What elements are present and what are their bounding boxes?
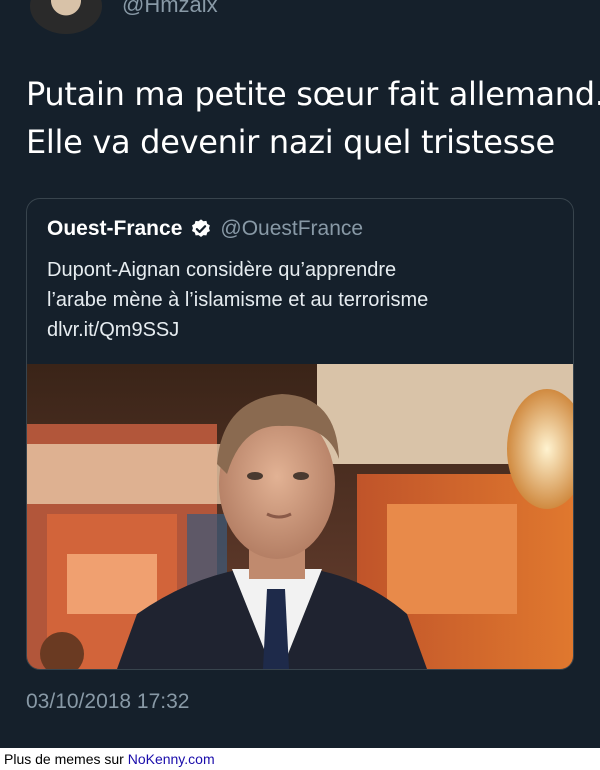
user-handle[interactable]: @Hmzaix <box>122 0 218 18</box>
watermark-footer: Plus de memes sur NoKenny.com <box>0 748 600 770</box>
tweet-text: Putain ma petite sœur fait allemand.. El… <box>26 70 600 166</box>
quoted-link[interactable]: dlvr.it/Qm9SSJ <box>47 315 557 345</box>
quoted-author-handle[interactable]: @OuestFrance <box>220 217 363 241</box>
quoted-tweet[interactable]: Ouest-France @OuestFrance Dupont-Aignan … <box>26 198 574 670</box>
quoted-tweet-text: Dupont-Aignan considère qu’apprendre l’a… <box>47 255 557 345</box>
footer-link[interactable]: NoKenny.com <box>128 751 215 767</box>
verified-badge-icon <box>190 218 212 240</box>
tweet-text-line: Elle va devenir nazi quel tristesse <box>26 123 555 161</box>
quoted-text-line: l’arabe mène à l’islamisme et au terrori… <box>47 289 429 311</box>
politician-portrait-image <box>27 364 573 669</box>
tweet-timestamp[interactable]: 03/10/2018 17:32 <box>26 690 190 714</box>
tweet-card: @Hmzaix Putain ma petite sœur fait allem… <box>0 0 600 748</box>
footer-text: Plus de memes sur <box>4 751 128 767</box>
tweet-text-line: Putain ma petite sœur fait allemand.. <box>26 75 600 113</box>
quoted-text-line: Dupont-Aignan considère qu’apprendre <box>47 259 397 281</box>
avatar[interactable] <box>30 0 102 34</box>
quoted-author-name[interactable]: Ouest-France <box>47 217 182 241</box>
quoted-tweet-photo[interactable] <box>27 364 573 669</box>
quoted-tweet-header: Ouest-France @OuestFrance <box>47 217 363 241</box>
